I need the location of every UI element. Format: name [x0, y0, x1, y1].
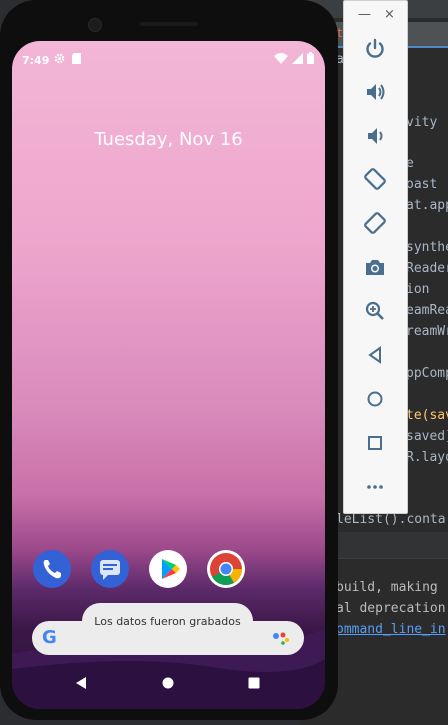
wifi-icon [274, 53, 288, 67]
code-line: at.app [406, 198, 448, 213]
rotate-left-icon[interactable] [360, 164, 390, 194]
home-screen[interactable]: 7:49 Tuesday, Nov 16 G Los datos fueron … [12, 41, 325, 709]
home-date[interactable]: Tuesday, Nov 16 [12, 129, 325, 150]
code-line: R.layo [406, 450, 448, 465]
code-line: vity [406, 115, 438, 130]
chrome-icon[interactable] [207, 550, 245, 588]
settings-gear-icon [54, 53, 65, 67]
toast-text: Los datos fueron grabados [94, 614, 241, 628]
power-icon[interactable] [360, 34, 390, 64]
sd-card-icon [72, 53, 81, 67]
code-line: reamWr [406, 324, 448, 339]
code-line: Reader [406, 261, 448, 276]
close-button[interactable]: × [384, 7, 395, 22]
home-icon[interactable] [360, 384, 390, 414]
nav-home-icon[interactable] [161, 675, 175, 694]
cell-signal-icon [292, 53, 303, 67]
code-line: saved] [406, 429, 448, 444]
toast-message: Los datos fueron grabados [82, 603, 253, 639]
zoom-icon[interactable] [360, 296, 390, 326]
toolbar-window-controls: — × [344, 7, 407, 23]
console-toolbar [336, 532, 448, 558]
emulator-toolbar: — × [343, 0, 408, 514]
rotate-right-icon[interactable] [360, 208, 390, 238]
code-line: eamRea [406, 303, 448, 318]
overview-icon[interactable] [360, 428, 390, 458]
more-icon[interactable] [360, 472, 390, 502]
code-line: te(sav [406, 408, 448, 423]
play-store-icon[interactable] [149, 550, 187, 588]
camera-icon[interactable] [360, 252, 390, 282]
console-line: al deprecation [336, 601, 446, 616]
status-bar: 7:49 [12, 41, 325, 73]
assistant-icon[interactable] [272, 630, 290, 650]
phone-app-icon[interactable] [33, 550, 71, 588]
volume-up-icon[interactable] [360, 77, 390, 107]
code-line: oast [406, 177, 438, 192]
back-icon[interactable] [360, 340, 390, 370]
code-line: ppCompa [406, 366, 448, 381]
messages-app-icon[interactable] [91, 550, 129, 588]
console-line: build, making [336, 580, 438, 595]
volume-down-icon[interactable] [360, 121, 390, 151]
phone-frame: 7:49 Tuesday, Nov 16 G Los datos fueron … [0, 0, 338, 720]
battery-icon [307, 52, 314, 67]
front-camera [88, 18, 102, 32]
minimize-button[interactable]: — [358, 7, 371, 22]
nav-back-icon[interactable] [74, 675, 88, 694]
navigation-bar [12, 663, 325, 703]
google-logo-icon: G [42, 627, 57, 648]
code-line: ion [406, 282, 430, 297]
code-line: leList().conta [336, 512, 446, 527]
status-time: 7:49 [22, 54, 50, 67]
code-line: synthe [406, 240, 448, 255]
nav-overview-icon[interactable] [247, 675, 261, 694]
console-link[interactable]: ommand_line_in [336, 622, 446, 637]
speaker-grille [140, 22, 198, 26]
